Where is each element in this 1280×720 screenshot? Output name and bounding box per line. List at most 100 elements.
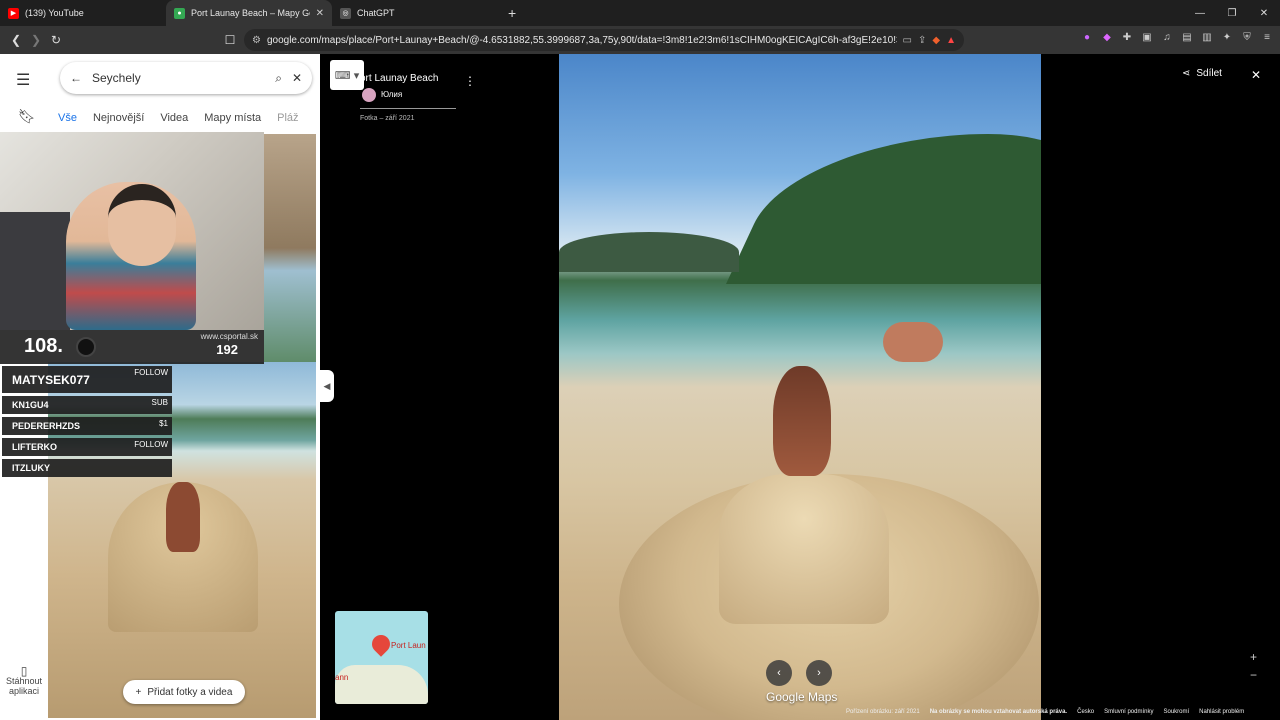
zoom-in-icon[interactable]: +: [1250, 648, 1257, 666]
url-text: google.com/maps/place/Port+Launay+Beach/…: [266, 34, 897, 46]
tab-chatgpt[interactable]: ◎ ChatGPT: [332, 0, 498, 26]
chatgpt-icon: ◎: [340, 7, 351, 19]
zoom-out-icon[interactable]: −: [1250, 666, 1257, 684]
bookmark-icon[interactable]: ☐: [220, 30, 240, 50]
search-input[interactable]: Seychely: [92, 71, 265, 85]
extension-icon[interactable]: ●: [1080, 30, 1094, 44]
download-app-button[interactable]: ▯ Stáhnout aplikaci: [4, 664, 44, 696]
rank-value: 108.: [24, 335, 63, 357]
chip-videos[interactable]: Videa: [160, 112, 188, 124]
youtube-icon: ▶: [8, 7, 19, 19]
chip-all[interactable]: Vše: [58, 112, 77, 124]
puzzle-icon[interactable]: ✚: [1120, 30, 1134, 44]
alert-row: LIFTERKO FOLLOW: [2, 438, 172, 456]
divider: [360, 108, 456, 109]
photo-author[interactable]: Юлия: [381, 90, 402, 99]
avatar[interactable]: [362, 88, 376, 102]
photo-filter-chips: Vše Nejnovější Videa Mapy místa Pláž: [58, 112, 299, 124]
back-arrow-icon[interactable]: ←: [70, 71, 82, 85]
footer-report[interactable]: Nahlásit problém: [1199, 709, 1244, 715]
wallet-icon[interactable]: ▥: [1200, 30, 1214, 44]
cast-icon[interactable]: ▭: [903, 35, 912, 46]
footer-country[interactable]: Česko: [1077, 709, 1094, 715]
chip-newest[interactable]: Nejnovější: [93, 112, 144, 124]
photo-date: Fotka – září 2021: [360, 115, 415, 122]
download-label: Stáhnout: [5, 676, 43, 686]
close-viewer-icon[interactable]: ✕: [1251, 68, 1261, 82]
extension-icon[interactable]: ◆: [1100, 30, 1114, 44]
tab-title: (139) YouTube: [25, 8, 84, 18]
brave-rewards-icon[interactable]: ▲: [946, 35, 956, 46]
search-icon[interactable]: ⌕: [275, 71, 282, 86]
search-box: ← Seychely ⌕ ✕: [60, 62, 312, 94]
music-icon[interactable]: ♫: [1160, 30, 1174, 44]
webcam-overlay: [0, 132, 264, 330]
add-photos-label: Přidat fotky a videa: [147, 686, 233, 698]
overlay-site: www.csportal.sk: [200, 332, 258, 341]
phone-icon: ▯: [20, 664, 28, 678]
menu-icon[interactable]: ≡: [1260, 30, 1274, 44]
footer-privacy[interactable]: Soukromí: [1163, 709, 1189, 715]
vpn-icon[interactable]: ⛨: [1240, 30, 1254, 44]
tab-title: Port Launay Beach – Mapy Goog: [191, 8, 310, 18]
footer-copyright: Na obrázky se mohou vztahovat autorská p…: [929, 709, 1068, 715]
sidebar-icon[interactable]: ▤: [1180, 30, 1194, 44]
alert-name: PEDERERHZDS: [12, 421, 81, 431]
leo-icon[interactable]: ✦: [1220, 30, 1234, 44]
address-bar[interactable]: ⚙ google.com/maps/place/Port+Launay+Beac…: [244, 29, 964, 51]
alert-tag: FOLLOW: [134, 368, 168, 377]
minimize-icon[interactable]: —: [1184, 0, 1216, 26]
collapse-panel-button[interactable]: ◀: [320, 370, 334, 402]
alert-name: KN1GU4: [12, 400, 49, 410]
maps-pin-icon: ●: [174, 7, 185, 19]
shell: [166, 482, 200, 552]
alert-name: ITZLUKY: [12, 463, 50, 473]
keyboard-icon[interactable]: ⌨ ▾: [330, 60, 364, 90]
footer-terms[interactable]: Smluvní podmínky: [1104, 709, 1153, 715]
more-options-icon[interactable]: ⋮: [464, 74, 476, 88]
minimap-label: Port Laun: [391, 641, 426, 650]
forward-icon[interactable]: ❯: [26, 30, 46, 50]
browser-toolbar: ❮ ❯ ↻ ☐ ⚙ google.com/maps/place/Port+Lau…: [0, 26, 1280, 54]
zoom-controls: + −: [1250, 648, 1257, 684]
back-icon[interactable]: ❮: [6, 30, 26, 50]
close-window-icon[interactable]: ✕: [1248, 0, 1280, 26]
add-photos-button[interactable]: + Přidat fotky a videa: [123, 680, 245, 704]
main-photo[interactable]: [559, 54, 1041, 720]
gaming-chair: [0, 212, 70, 330]
saved-icon[interactable]: 🔖︎: [18, 108, 36, 125]
previous-photo-icon[interactable]: ‹: [766, 660, 792, 686]
alert-row: KN1GU4 SUB: [2, 396, 172, 414]
mini-map[interactable]: Port Laun ann: [335, 611, 428, 704]
alert-row: ITZLUKY: [2, 459, 172, 477]
photo-thumbnail[interactable]: [264, 134, 316, 362]
sand-castle-top: [719, 474, 889, 624]
location-pin-icon: [368, 631, 394, 657]
tab-youtube[interactable]: ▶ (139) YouTube: [0, 0, 166, 26]
hill: [726, 134, 1041, 284]
tab-google-maps[interactable]: ● Port Launay Beach – Mapy Goog ✕: [166, 0, 332, 26]
alert-row: MATYSEK077 FOLLOW: [2, 366, 172, 393]
share-button[interactable]: ⋖ Sdílet: [1182, 68, 1222, 79]
site-info-icon[interactable]: ⚙: [252, 35, 261, 46]
new-tab-button[interactable]: +: [498, 0, 526, 26]
alert-name: LIFTERKO: [12, 442, 57, 452]
next-photo-icon[interactable]: ›: [806, 660, 832, 686]
brave-shield-icon[interactable]: ◆: [932, 35, 940, 46]
reload-icon[interactable]: ↻: [46, 30, 66, 50]
viewer-footer: Pořízení obrázku: září 2021 Na obrázky s…: [846, 709, 1244, 715]
download-label: aplikaci: [8, 686, 39, 696]
screenshot-icon[interactable]: ▣: [1140, 30, 1154, 44]
photo-navigation: ‹ ›: [766, 660, 832, 686]
restore-icon[interactable]: ❐: [1216, 0, 1248, 26]
rank-badge-icon: [76, 337, 96, 357]
browser-tabstrip: ▶ (139) YouTube ● Port Launay Beach – Ma…: [0, 0, 1280, 26]
close-tab-icon[interactable]: ✕: [316, 8, 324, 19]
chip-map-places[interactable]: Mapy místa: [204, 112, 261, 124]
hamburger-menu-icon[interactable]: ☰: [16, 70, 30, 90]
place-title[interactable]: ort Launay Beach: [360, 73, 438, 84]
chip-beach[interactable]: Pláž: [277, 112, 298, 124]
share-page-icon[interactable]: ⇪: [918, 35, 926, 46]
google-maps-logo: Google Maps: [766, 690, 838, 704]
clear-search-icon[interactable]: ✕: [292, 71, 302, 85]
